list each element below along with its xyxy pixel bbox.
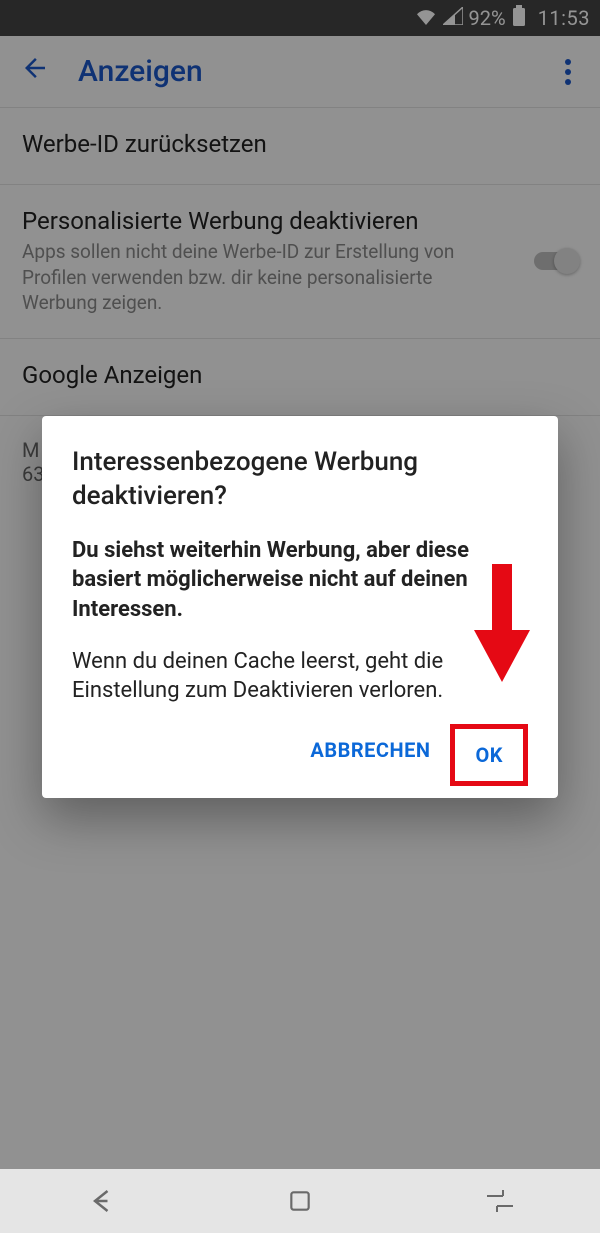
confirm-dialog: Interessenbezogene Werbung deaktivieren?… (42, 416, 558, 798)
dialog-plain-text: Wenn du deinen Cache leerst, geht die Ei… (72, 647, 528, 706)
nav-home-button[interactable] (281, 1182, 319, 1220)
dialog-title: Interessenbezogene Werbung deaktivieren? (72, 446, 528, 514)
dialog-actions: ABBRECHEN OK (72, 724, 528, 786)
ok-highlight: OK (450, 724, 528, 786)
screen: 92% 11:53 Anzeigen Werbe-ID zurücksetzen… (0, 0, 600, 1233)
system-nav-bar (0, 1169, 600, 1233)
nav-recent-button[interactable] (481, 1182, 519, 1220)
cancel-button[interactable]: ABBRECHEN (290, 724, 450, 786)
dialog-bold-text: Du siehst weiterhin Werbung, aber diese … (72, 536, 528, 625)
ok-button[interactable]: OK (455, 729, 523, 781)
nav-back-button[interactable] (81, 1182, 119, 1220)
